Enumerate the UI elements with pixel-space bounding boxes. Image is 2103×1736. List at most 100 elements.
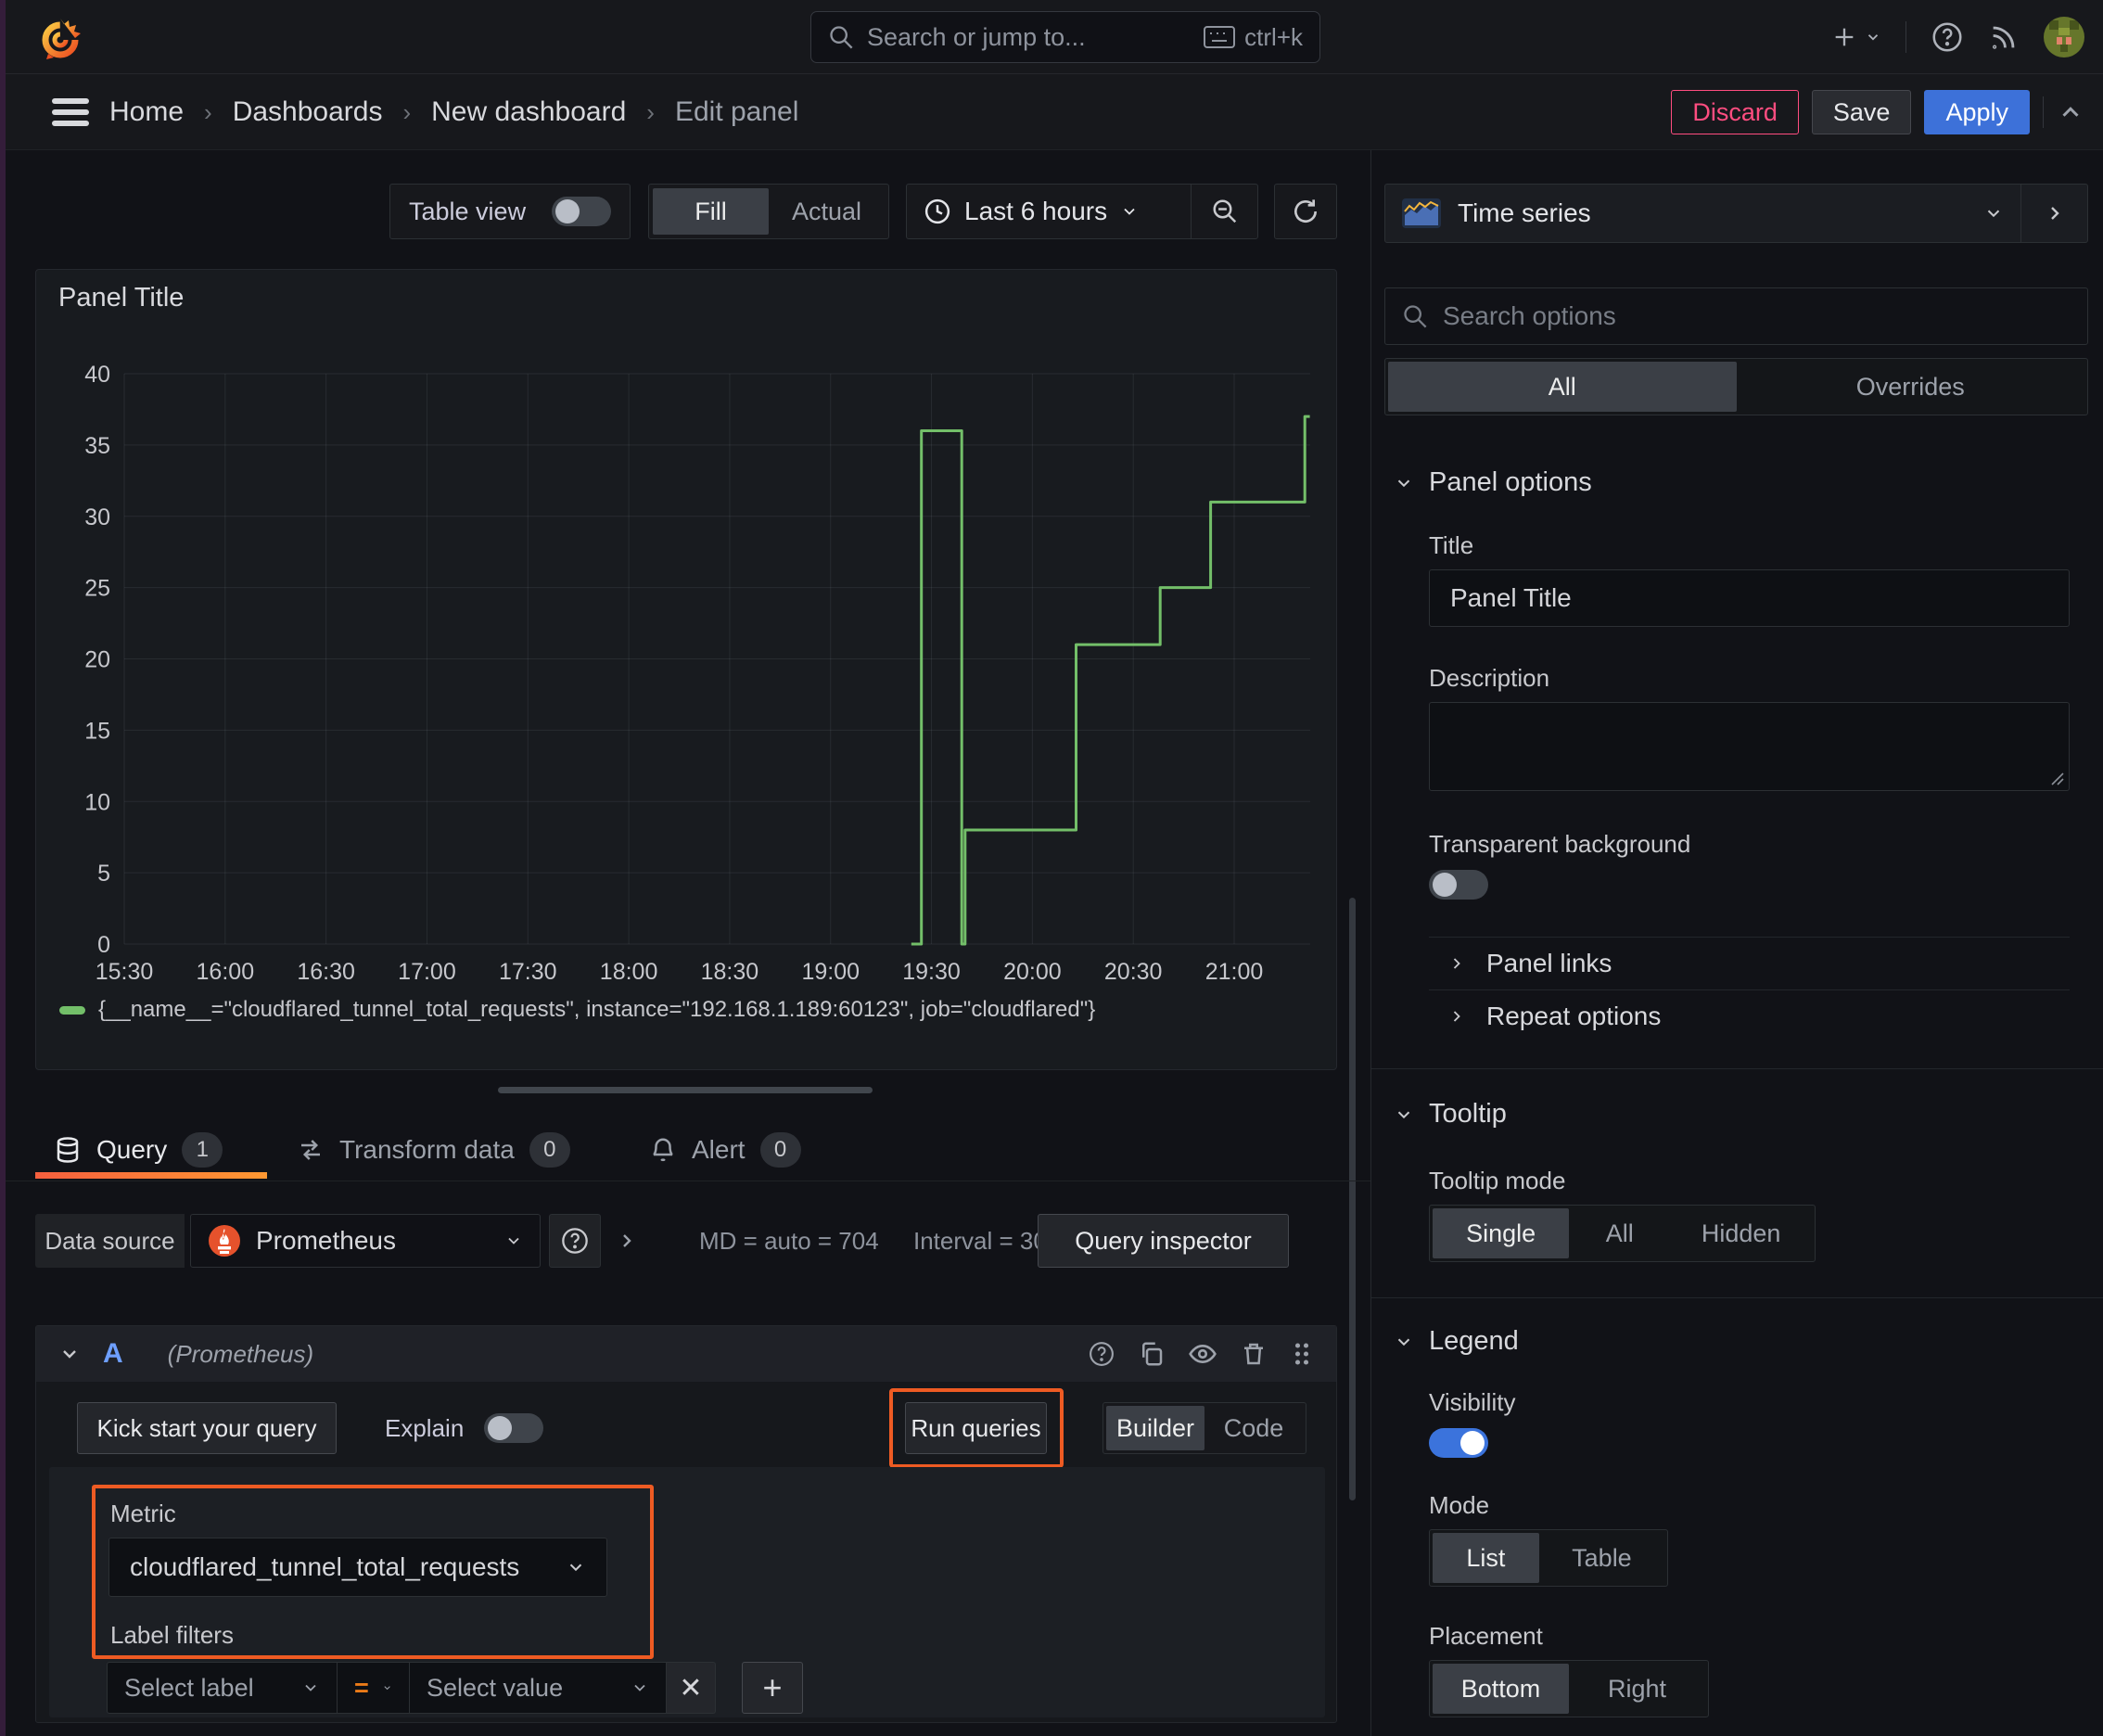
transform-icon (297, 1136, 325, 1164)
options-search[interactable] (1384, 287, 2088, 345)
visualization-picker: Time series (1384, 184, 2088, 243)
time-range-picker: Last 6 hours (906, 184, 1258, 239)
table-view-toggle[interactable] (552, 197, 611, 226)
metric-select[interactable]: cloudflared_tunnel_total_requests (108, 1538, 607, 1597)
options-search-input[interactable] (1443, 301, 2071, 331)
legend-series-label[interactable]: {__name__="cloudflared_tunnel_total_requ… (98, 997, 1095, 1023)
legend-section-header[interactable]: Legend (1394, 1326, 2070, 1357)
add-filter-button[interactable]: + (742, 1662, 803, 1714)
repeat-options-section[interactable]: Repeat options (1447, 990, 2103, 1042)
datasource-expand-icon[interactable] (616, 1214, 638, 1268)
query-inspector-button[interactable]: Query inspector (1038, 1214, 1289, 1268)
builder-option[interactable]: Builder (1106, 1406, 1204, 1450)
svg-text:25: 25 (84, 576, 110, 602)
delete-query-icon[interactable] (1240, 1340, 1268, 1368)
time-range-button[interactable]: Last 6 hours (907, 185, 1191, 238)
discard-button[interactable]: Discard (1671, 90, 1799, 134)
actual-option[interactable]: Actual (769, 188, 885, 235)
description-textarea[interactable] (1429, 702, 2070, 791)
timeseries-plot[interactable]: 0 5 10 15 20 25 30 35 40 15:30 16:00 16:30 17:00 17:3… (36, 270, 1338, 1069)
scrollbar-thumb[interactable] (1349, 898, 1356, 1500)
top-nav: Search or jump to... ctrl+k (0, 0, 2103, 74)
tab-all[interactable]: All (1388, 362, 1737, 412)
select-label-dropdown[interactable]: Select label (107, 1662, 338, 1714)
refresh-button[interactable] (1274, 184, 1337, 239)
query-help-icon[interactable] (1088, 1340, 1115, 1368)
tooltip-section-header[interactable]: Tooltip (1394, 1099, 2070, 1130)
nav-divider (1905, 21, 1906, 53)
label-filter-row: Select label = Select value ✕ + (107, 1662, 803, 1714)
tooltip-single-option[interactable]: Single (1433, 1208, 1570, 1258)
operator-dropdown[interactable]: = (338, 1662, 410, 1714)
toggle-visibility-icon[interactable] (1188, 1339, 1217, 1369)
query-actions-row: Kick start your query Explain Run querie… (36, 1388, 1336, 1468)
operator-value: = (354, 1673, 369, 1702)
panel-preview: Panel Title 0 5 10 15 20 25 30 35 40 15:30 16:00 16… (35, 269, 1337, 1070)
chevron-down-icon (634, 1684, 645, 1691)
refresh-icon (1294, 199, 1317, 223)
tooltip-hidden-option[interactable]: Hidden (1670, 1208, 1812, 1258)
panel-title-input[interactable] (1429, 569, 2070, 627)
database-icon (54, 1136, 82, 1164)
run-queries-button[interactable]: Run queries (905, 1402, 1047, 1454)
breadcrumb-new-dashboard[interactable]: New dashboard (431, 96, 626, 128)
apply-button[interactable]: Apply (1924, 90, 2030, 134)
legend-series-color[interactable] (59, 1005, 85, 1015)
zoom-out-button[interactable] (1191, 185, 1257, 238)
duplicate-query-icon[interactable] (1138, 1340, 1166, 1368)
breadcrumb-home[interactable]: Home (109, 96, 184, 128)
time-range-label: Last 6 hours (964, 197, 1108, 225)
tab-overrides[interactable]: Overrides (1737, 362, 2085, 412)
query-row-header[interactable]: A (Prometheus) (36, 1326, 1336, 1382)
fill-option[interactable]: Fill (653, 188, 769, 235)
save-button[interactable]: Save (1811, 90, 1912, 134)
legend-right-option[interactable]: Right (1569, 1664, 1705, 1714)
collapse-options-icon[interactable] (2057, 98, 2084, 126)
panel-links-section[interactable]: Panel links (1447, 938, 2103, 989)
keyboard-icon (1204, 25, 1236, 49)
svg-text:17:00: 17:00 (398, 959, 456, 985)
tab-alert[interactable]: Alert 0 (649, 1120, 801, 1180)
transparent-background-toggle[interactable] (1429, 870, 1488, 900)
datasource-help-button[interactable] (549, 1214, 601, 1268)
question-circle-icon (562, 1228, 588, 1254)
viz-suggestions-button[interactable] (2020, 185, 2087, 242)
explain-toggle[interactable] (484, 1413, 544, 1443)
grafana-logo-icon[interactable] (37, 13, 83, 61)
chevron-down-icon (1397, 479, 1410, 487)
chevron-right-icon (2050, 207, 2059, 220)
legend-list-option[interactable]: List (1433, 1533, 1539, 1583)
add-new-button[interactable] (1831, 24, 1881, 50)
tab-alert-label: Alert (692, 1135, 746, 1164)
legend-table-option[interactable]: Table (1539, 1533, 1664, 1583)
tab-query-label: Query (96, 1135, 168, 1164)
visualization-select[interactable]: Time series (1385, 198, 2020, 228)
datasource-select[interactable]: Prometheus (190, 1214, 541, 1268)
global-search-input[interactable]: Search or jump to... ctrl+k (810, 11, 1320, 63)
legend-bottom-option[interactable]: Bottom (1433, 1664, 1569, 1714)
svg-text:40: 40 (84, 362, 110, 388)
tab-query[interactable]: Query 1 (54, 1120, 223, 1180)
actions-divider (2043, 96, 2044, 128)
kick-start-button[interactable]: Kick start your query (77, 1402, 337, 1454)
news-icon[interactable] (1988, 21, 2020, 53)
tooltip-all-option[interactable]: All (1569, 1208, 1670, 1258)
svg-text:18:30: 18:30 (701, 959, 759, 985)
help-icon[interactable] (1931, 20, 1964, 54)
breadcrumb-dashboards[interactable]: Dashboards (233, 96, 383, 128)
search-placeholder: Search or jump to... (867, 22, 1086, 51)
chevron-down-icon (508, 1237, 519, 1245)
panel-options-section-header[interactable]: Panel options (1394, 467, 2070, 498)
search-icon (1402, 303, 1428, 329)
avatar[interactable] (2044, 17, 2084, 57)
legend-visibility-toggle[interactable] (1429, 1428, 1488, 1458)
tab-transform-data[interactable]: Transform data 0 (297, 1120, 570, 1180)
menu-icon[interactable] (52, 98, 89, 126)
select-value-dropdown[interactable]: Select value (410, 1662, 667, 1714)
drag-handle-icon[interactable] (1290, 1340, 1314, 1368)
options-sidebar: Time series All Overrides Panel options … (1370, 150, 2103, 1736)
remove-filter-button[interactable]: ✕ (667, 1662, 716, 1714)
pane-resize-handle[interactable] (498, 1087, 873, 1093)
transparent-background-label: Transparent background (1429, 830, 1691, 858)
code-option[interactable]: Code (1204, 1406, 1303, 1450)
